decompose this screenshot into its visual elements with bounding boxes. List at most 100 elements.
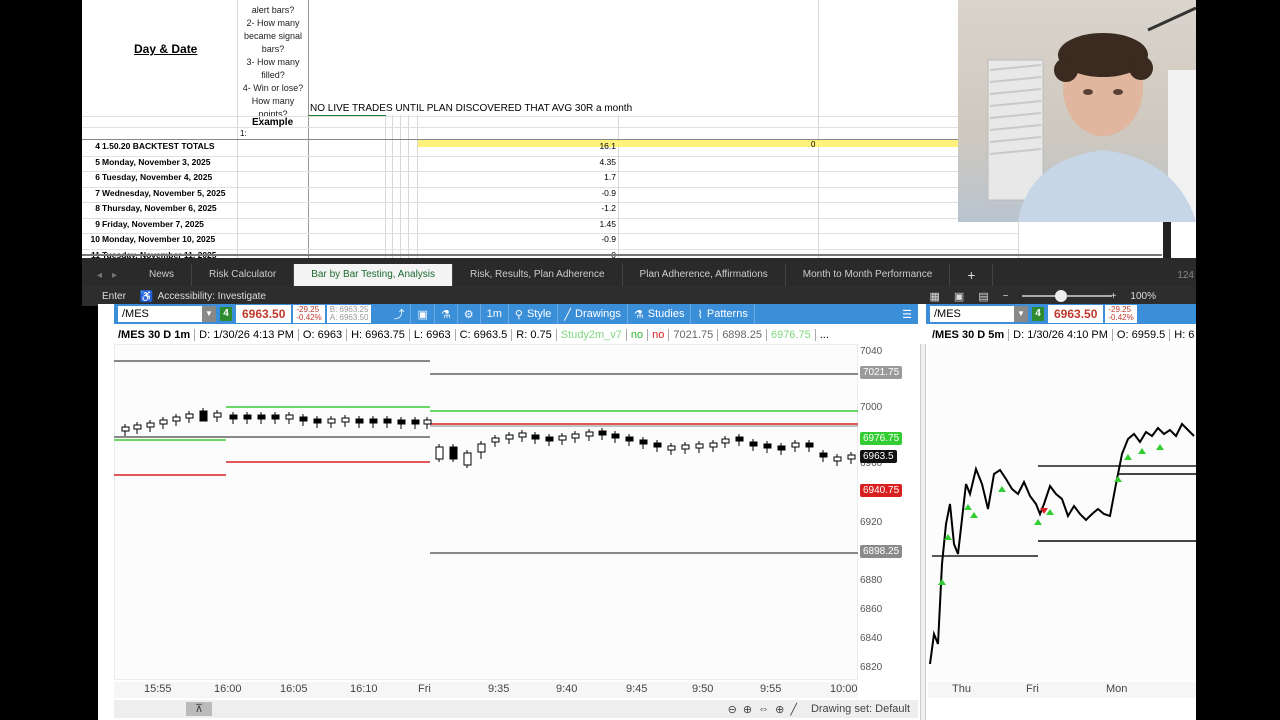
add-tab-button[interactable]: + xyxy=(950,264,994,286)
tab-next-icon[interactable]: ▸ xyxy=(112,270,117,281)
result-cell[interactable]: 4.35 xyxy=(482,157,616,167)
candle-body xyxy=(383,418,392,424)
x-tick-label: Thu xyxy=(952,683,971,695)
chart1-plot[interactable] xyxy=(114,344,858,680)
result-cell[interactable]: 16.1 xyxy=(482,141,616,151)
chart2-date: D: 1/30/26 4:10 PM xyxy=(1009,329,1113,341)
row-number[interactable]: 7 xyxy=(82,188,100,198)
pan-icon[interactable]: ⇔ xyxy=(758,703,769,715)
drawing-set-label[interactable]: Drawing set: Default xyxy=(811,703,910,715)
candle-body xyxy=(777,445,786,451)
row-number[interactable]: 5 xyxy=(82,157,100,167)
tab-bar-by-bar[interactable]: Bar by Bar Testing, Analysis xyxy=(294,264,454,286)
question-line: 2- How many xyxy=(246,18,300,28)
x-tick-label: 16:00 xyxy=(214,683,242,695)
chart2-title: /MES 30 D 5m xyxy=(928,329,1010,341)
accessibility-icon[interactable]: ♿ xyxy=(140,290,154,303)
zoom-slider[interactable] xyxy=(1022,295,1112,297)
crosshair-icon[interactable]: ⊕ xyxy=(775,703,784,716)
day-cell[interactable]: Wednesday, November 5, 2025 xyxy=(102,188,225,198)
chevron-down-icon[interactable]: ▼ xyxy=(1014,306,1028,322)
totals-extra-cell[interactable]: 0 xyxy=(811,140,815,149)
x-tick-label: Fri xyxy=(418,683,431,695)
chart2-plot[interactable] xyxy=(928,344,1196,680)
candle-body xyxy=(229,414,238,420)
studies-button[interactable]: ⚗ Studies xyxy=(628,304,692,324)
draw-line-icon[interactable]: ╱ xyxy=(790,703,797,716)
page-break-icon[interactable]: ▤ xyxy=(978,290,988,303)
candle-body xyxy=(558,435,567,441)
candle-body xyxy=(735,436,744,442)
zoom-slider-thumb[interactable] xyxy=(1055,290,1067,302)
day-cell[interactable]: Friday, November 7, 2025 xyxy=(102,219,204,229)
tab-prev-icon[interactable]: ◂ xyxy=(97,270,102,281)
zoom-out-icon[interactable]: − xyxy=(1003,291,1009,302)
tab-risk-results[interactable]: Risk, Results, Plan Adherence xyxy=(453,264,623,286)
chevron-down-icon[interactable]: ▼ xyxy=(202,306,216,322)
tab-risk-calculator[interactable]: Risk Calculator xyxy=(192,264,295,286)
pencil-icon: ╱ xyxy=(564,308,572,321)
result-cell[interactable]: 1.7 xyxy=(482,172,616,182)
candle-body xyxy=(598,430,607,436)
menu-icon[interactable]: ☰ xyxy=(896,304,918,324)
chart1-bottom-bar: ⊼ ⊖ ⊕ ⇔ ⊕ ╱ Drawing set: Default xyxy=(114,700,918,718)
result-cell[interactable]: -1.2 xyxy=(482,203,616,213)
chart2-symbol-field[interactable]: /MES ▼ xyxy=(930,306,1028,322)
candle-body xyxy=(477,443,486,453)
row-divider xyxy=(82,116,1018,117)
zoom-in-icon[interactable]: ⊕ xyxy=(743,703,752,716)
normal-view-icon[interactable]: ▦ xyxy=(930,290,940,303)
chart1-info-bar: /MES 30 D 1m D: 1/30/26 4:13 PM O: 6963 … xyxy=(114,326,854,344)
timeframe-button[interactable]: 1m xyxy=(481,304,509,324)
day-cell[interactable]: Thursday, November 6, 2025 xyxy=(102,203,217,213)
day-cell[interactable]: Monday, November 3, 2025 xyxy=(102,157,211,167)
chart1-study-flag: no xyxy=(627,329,649,341)
chart1-more[interactable]: ... xyxy=(816,329,833,341)
row-number[interactable]: 8 xyxy=(82,203,100,213)
chart2-change: -29.25 -0.42% xyxy=(1105,305,1137,323)
candle-body xyxy=(411,419,420,425)
settings-gear-icon[interactable]: ⚙ xyxy=(458,304,481,324)
col-divider xyxy=(818,0,819,258)
tab-news[interactable]: News xyxy=(132,264,193,286)
scroll-handle-icon[interactable]: ⊼ xyxy=(186,702,212,716)
chart1-close: C: 6963.5 xyxy=(456,329,513,341)
row-number[interactable]: 9 xyxy=(82,219,100,229)
flask-icon[interactable]: ⚗ xyxy=(435,304,458,324)
chart1-symbol-field[interactable]: /MES ▼ xyxy=(118,306,216,322)
chart-splitter[interactable] xyxy=(920,344,926,720)
tab-plan-adherence[interactable]: Plan Adherence, Affirmations xyxy=(623,264,786,286)
row-number[interactable]: 4 xyxy=(82,141,100,151)
chart2-info-bar: /MES 30 D 5m D: 1/30/26 4:10 PM O: 6959.… xyxy=(928,326,1196,344)
accessibility-status[interactable]: Accessibility: Investigate xyxy=(158,291,266,302)
drawings-button[interactable]: ╱ Drawings xyxy=(558,304,628,324)
row-number[interactable]: 6 xyxy=(82,172,100,182)
row3-cell[interactable]: 1: xyxy=(240,129,247,138)
banner-cell[interactable]: NO LIVE TRADES UNTIL PLAN DISCOVERED THA… xyxy=(310,103,632,114)
tab-month-to-month[interactable]: Month to Month Performance xyxy=(786,264,951,286)
snapshot-icon[interactable]: ▣ xyxy=(411,304,435,324)
candle-body xyxy=(313,418,322,424)
candle-body xyxy=(355,418,364,424)
questions-cell: alert bars? 2- How many became signal ba… xyxy=(240,4,306,121)
page-layout-icon[interactable]: ▣ xyxy=(954,290,964,303)
style-button[interactable]: ⚲ Style xyxy=(509,304,559,324)
cell-count: 124 xyxy=(1177,269,1194,281)
chart1-link-badge[interactable]: 4 xyxy=(220,307,232,321)
candle-body xyxy=(121,426,130,432)
share-icon[interactable]: ⤴ xyxy=(387,304,412,324)
zoom-out-icon[interactable]: ⊖ xyxy=(728,703,737,716)
result-cell[interactable]: -0.9 xyxy=(482,188,616,198)
candle-body xyxy=(611,433,620,439)
zoom-level[interactable]: 100% xyxy=(1130,291,1156,302)
day-cell[interactable]: Tuesday, November 4, 2025 xyxy=(102,172,212,182)
result-cell[interactable]: -0.9 xyxy=(482,234,616,244)
row-number[interactable]: 10 xyxy=(82,234,100,244)
result-cell[interactable]: 1.45 xyxy=(482,219,616,229)
day-cell[interactable]: 1.50.20 BACKTEST TOTALS xyxy=(102,141,215,151)
candle-body xyxy=(763,443,772,449)
candle-body xyxy=(327,418,336,424)
day-cell[interactable]: Monday, November 10, 2025 xyxy=(102,234,215,244)
chart2-link-badge[interactable]: 4 xyxy=(1032,307,1044,321)
patterns-button[interactable]: ⌇ Patterns xyxy=(691,304,755,324)
